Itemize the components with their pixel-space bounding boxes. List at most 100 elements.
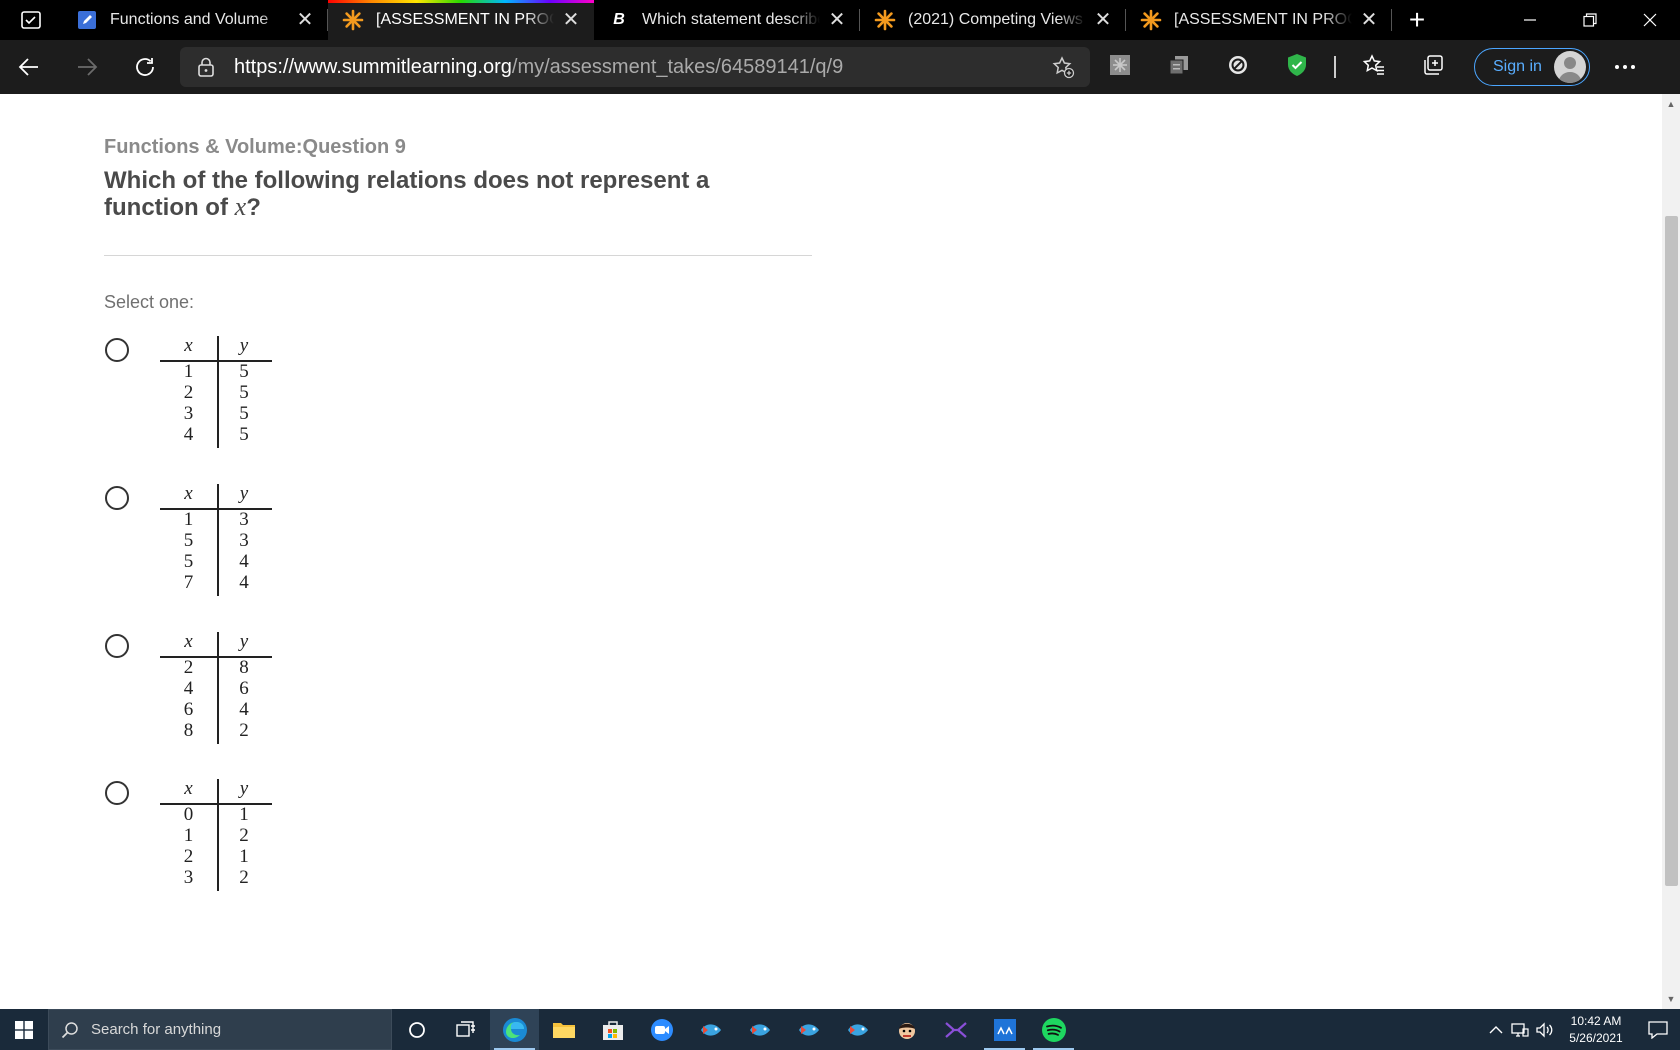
- document-pencil-icon: [76, 9, 98, 31]
- tab-actions-button[interactable]: [0, 0, 62, 40]
- radio-button[interactable]: [105, 781, 129, 805]
- scrollbar-thumb[interactable]: [1665, 216, 1678, 886]
- address-bar[interactable]: https://www.summitlearning.org/my/assess…: [180, 47, 1090, 87]
- taskbar-clock[interactable]: 10:42 AM 5/26/2021: [1556, 1013, 1636, 1047]
- forward-button[interactable]: [58, 47, 116, 87]
- start-button[interactable]: [0, 1009, 48, 1050]
- taskbar-app-character[interactable]: [882, 1009, 931, 1050]
- arrow-left-icon: [18, 58, 38, 76]
- tab-assessment-in-progress[interactable]: [ASSESSMENT IN PROGRESS] ✕: [1126, 0, 1392, 40]
- new-tab-button[interactable]: +: [1392, 0, 1442, 40]
- question-title-end: ?: [246, 194, 261, 221]
- column-header-y: y: [239, 778, 249, 799]
- table-row: 74: [160, 572, 271, 593]
- cell-y: 4: [239, 699, 249, 720]
- taskbar-spotify[interactable]: [1029, 1009, 1078, 1050]
- cell-x: 2: [183, 846, 194, 867]
- cell-x: 3: [183, 867, 194, 888]
- table-row: 54: [160, 551, 271, 572]
- answer-option[interactable]: xy01122132: [104, 778, 304, 893]
- table-body: 13535474: [160, 509, 271, 593]
- taskbar-app-fish[interactable]: [784, 1009, 833, 1050]
- settings-more-button[interactable]: [1590, 64, 1660, 70]
- tab-functions-and-volume[interactable]: Functions and Volume ✕: [62, 0, 328, 40]
- clock-date: 5/26/2021: [1569, 1030, 1623, 1045]
- close-icon[interactable]: ✕: [1360, 10, 1378, 30]
- minimize-button[interactable]: [1500, 0, 1560, 40]
- close-icon[interactable]: ✕: [562, 10, 580, 30]
- taskbar-app-blue[interactable]: [980, 1009, 1029, 1050]
- xy-table: xy01122132: [160, 777, 272, 891]
- page-content: Functions & Volume:Question 9 Which of t…: [0, 94, 1662, 1009]
- scroll-up-arrow-icon[interactable]: ▲: [1662, 96, 1680, 112]
- restore-button[interactable]: [1560, 0, 1620, 40]
- character-app-icon: [898, 1022, 915, 1039]
- xy-table: xy15253545: [160, 334, 272, 448]
- add-favorite-icon[interactable]: [1048, 55, 1078, 79]
- taskbar-edge[interactable]: [490, 1009, 539, 1050]
- refresh-button[interactable]: [116, 47, 174, 87]
- taskbar-store[interactable]: [588, 1009, 637, 1050]
- table-row: 53: [160, 530, 271, 551]
- lock-icon[interactable]: [192, 57, 220, 77]
- select-one-label: Select one:: [104, 292, 195, 312]
- taskbar-search-box[interactable]: Search for anything: [48, 1009, 392, 1050]
- url-text[interactable]: https://www.summitlearning.org/my/assess…: [220, 56, 1048, 79]
- taskbar-zoom[interactable]: [637, 1009, 686, 1050]
- taskbar-file-explorer[interactable]: [539, 1009, 588, 1050]
- close-icon[interactable]: ✕: [1094, 10, 1112, 30]
- radio-button[interactable]: [105, 634, 129, 658]
- tab-which-statement-describes[interactable]: B Which statement describes ✕: [594, 0, 860, 40]
- close-icon[interactable]: ✕: [828, 10, 846, 30]
- table-row: 01: [160, 804, 271, 825]
- table-header: xy: [160, 334, 271, 358]
- scroll-down-arrow-icon[interactable]: ▼: [1662, 991, 1680, 1007]
- cell-y: 3: [239, 509, 249, 530]
- column-header-y: y: [239, 631, 249, 652]
- radio-button[interactable]: [105, 338, 129, 362]
- page-scrollbar[interactable]: ▲ ▼: [1662, 94, 1680, 1009]
- volume-icon[interactable]: [1532, 1021, 1556, 1038]
- answer-option[interactable]: xy15253545: [104, 335, 304, 450]
- favorites-button[interactable]: [1344, 47, 1403, 87]
- network-icon[interactable]: [1508, 1022, 1532, 1038]
- taskbar-app-fish[interactable]: [686, 1009, 735, 1050]
- question-title-variable: x: [234, 192, 247, 221]
- taskbar-app-fish[interactable]: [833, 1009, 882, 1050]
- extension-button[interactable]: [1090, 47, 1149, 87]
- fish-app-icon: [847, 1023, 868, 1036]
- answer-option[interactable]: xy13535474: [104, 483, 304, 598]
- radio-button[interactable]: [105, 486, 129, 510]
- tab-competing-views[interactable]: (2021) Competing Views ✕: [860, 0, 1126, 40]
- action-center-button[interactable]: [1636, 1020, 1680, 1039]
- cell-y: 6: [239, 678, 249, 699]
- cell-x: 1: [183, 825, 194, 846]
- extension-button[interactable]: [1267, 47, 1326, 87]
- minimize-icon: [1524, 19, 1536, 21]
- search-placeholder: Search for anything: [91, 1021, 222, 1038]
- taskbar-app-fish[interactable]: [735, 1009, 784, 1050]
- back-button[interactable]: [0, 47, 58, 87]
- task-view-button[interactable]: [441, 1009, 490, 1050]
- sign-in-button[interactable]: Sign in: [1474, 48, 1590, 86]
- cell-x: 8: [183, 720, 194, 741]
- collections-button[interactable]: [1403, 47, 1462, 87]
- taskbar-app-purple[interactable]: [931, 1009, 980, 1050]
- column-header-x: x: [184, 335, 193, 356]
- table-row: 13: [160, 509, 271, 530]
- cell-y: 4: [239, 551, 249, 572]
- cortana-button[interactable]: [392, 1009, 441, 1050]
- show-hidden-icons-chevron-up-icon[interactable]: [1484, 1025, 1508, 1035]
- close-window-button[interactable]: [1620, 0, 1680, 40]
- answer-option[interactable]: xy28466482: [104, 631, 304, 746]
- refresh-icon: [136, 58, 154, 76]
- table-header: xy: [160, 630, 271, 654]
- collections-icon: [1421, 53, 1445, 82]
- extension-button[interactable]: [1208, 47, 1267, 87]
- extension-button[interactable]: [1149, 47, 1208, 87]
- close-icon[interactable]: ✕: [296, 10, 314, 30]
- fish-app-icon: [798, 1023, 819, 1036]
- cell-y: 2: [239, 825, 249, 846]
- column-header-x: x: [184, 483, 193, 504]
- tab-assessment-in-progress-active[interactable]: [ASSESSMENT IN PROGRESS] ✕: [328, 0, 594, 40]
